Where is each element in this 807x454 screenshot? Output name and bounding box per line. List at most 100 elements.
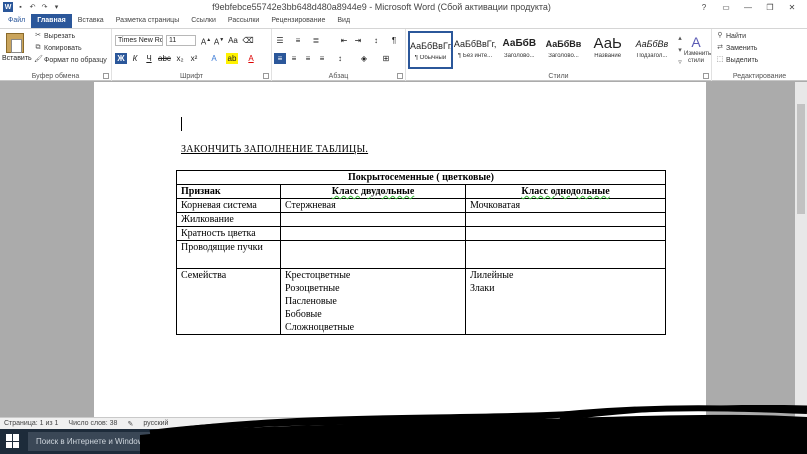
cell-dicot[interactable] [280,240,466,269]
style-normal[interactable]: АаБбВвГг, ¶ Обычный [408,31,453,69]
line-spacing-icon[interactable]: ↕ [334,53,346,64]
windows-start-icon[interactable] [6,434,20,448]
style-name: Подзагол... [636,53,668,59]
align-center-icon[interactable]: ≡ [288,53,300,64]
cell-monocot[interactable] [465,212,666,227]
replace-label: Заменить [726,44,758,52]
header-dicot: Класс двудольные [280,184,466,199]
tab-mailings[interactable]: Рассылки [222,14,265,28]
borders-icon[interactable]: ⊞ [380,53,392,64]
redo-icon[interactable]: ↷ [40,3,49,12]
cell-monocot[interactable]: Мочковатая [465,198,666,213]
paste-button[interactable]: Вставить [2,31,32,69]
replace-button[interactable]: ⇄ Заменить [716,44,757,52]
cell-feature[interactable]: Корневая система [176,198,281,213]
font-launcher-icon[interactable] [263,73,269,79]
cell-monocot[interactable]: Лилейные Злаки [465,268,666,335]
find-button[interactable]: ⚲ Найти [716,32,746,40]
styles-gallery: АаБбВвГг, ¶ Обычный АаБбВвГг, ¶ Без инте… [408,31,674,69]
cell-monocot[interactable] [465,240,666,269]
cell-feature[interactable]: Проводящие пучки [176,240,281,269]
align-left-icon[interactable]: ≡ [274,53,286,64]
styles-launcher-icon[interactable] [703,73,709,79]
minimize-icon[interactable]: — [737,3,759,12]
replace-icon: ⇄ [717,44,723,51]
undo-icon[interactable]: ↶ [28,3,37,12]
ribbon-display-icon[interactable]: ▭ [715,3,737,12]
maximize-icon[interactable]: ❐ [759,3,781,12]
ribbon-tabs: Файл Главная Вставка Разметка страницы С… [0,14,807,29]
strikethrough-icon[interactable]: abc [158,53,171,64]
cut-button[interactable]: ✂ Вырезать [34,32,75,40]
page-count[interactable]: Страница: 1 из 1 [4,420,58,427]
style-heading-1[interactable]: АаБбВ Заголово... [497,31,541,69]
italic-button[interactable]: К [129,53,141,64]
clipboard-launcher-icon[interactable] [103,73,109,79]
style-subtitle[interactable]: АаБбВв Подзагол... [630,31,674,69]
tab-file[interactable]: Файл [2,14,32,28]
word-count[interactable]: Число слов: 38 [68,420,117,427]
cell-feature[interactable]: Кратность цветка [176,226,281,241]
bold-button[interactable]: Ж [115,53,127,64]
style-title[interactable]: АаЬ Название [586,31,630,69]
change-case-icon[interactable]: Aa [227,35,239,46]
style-heading-2[interactable]: АаБбВв Заголово... [541,31,585,69]
change-styles-button[interactable]: A Изменить стили [684,33,711,65]
close-icon[interactable]: ✕ [781,3,803,12]
decrease-indent-icon[interactable]: ⇤ [338,35,350,46]
align-right-icon[interactable]: ≡ [302,53,314,64]
window-controls: ? ▭ — ❐ ✕ [693,3,807,12]
shrink-font-icon[interactable]: A▼ [213,35,225,47]
vertical-scrollbar[interactable] [795,82,807,417]
tab-review[interactable]: Рецензирование [265,14,331,28]
proofing-icon[interactable]: ✎ [127,420,133,428]
highlight-icon[interactable]: ab [226,53,238,64]
tab-references[interactable]: Ссылки [185,14,222,28]
justify-icon[interactable]: ≡ [316,53,328,64]
style-no-spacing[interactable]: АаБбВвГг, ¶ Без инте... [453,31,497,69]
font-name-box[interactable]: Times New Ro [115,35,163,46]
paragraph-group: ☰ ≡ ≣ ⇤ ⇥ ↕ ¶ ≡ ≡ ≡ ≡ ↕ ◈ ⊞ Абзац [272,29,406,81]
cell-dicot[interactable] [280,226,466,241]
select-button[interactable]: ⬚ Выделить [716,56,759,64]
cell-dicot[interactable] [280,212,466,227]
customize-qat-icon[interactable]: ▾ [52,3,61,12]
underline-button[interactable]: Ч [143,53,155,64]
format-painter-label: Формат по образцу [44,56,107,64]
cell-monocot[interactable] [465,226,666,241]
numbering-icon[interactable]: ≡ [292,35,304,46]
scrollbar-thumb[interactable] [797,104,805,214]
change-styles-icon: A [691,34,701,50]
style-preview: АаБбВв [635,39,669,49]
tab-page-layout[interactable]: Разметка страницы [110,14,186,28]
clear-formatting-icon[interactable]: ⌫ [242,35,254,46]
paragraph-launcher-icon[interactable] [397,73,403,79]
show-marks-icon[interactable]: ¶ [388,35,400,46]
shading-icon[interactable]: ◈ [358,53,370,64]
cut-label: Вырезать [44,32,76,40]
font-size-box[interactable]: 11 [166,35,196,46]
copy-button[interactable]: ⧉ Копировать [34,44,82,52]
help-icon[interactable]: ? [693,3,715,12]
cell-dicot[interactable]: Стержневая [280,198,466,213]
styles-scroll-icon[interactable]: ▴ ▾ ▿ [676,33,684,69]
multilevel-list-icon[interactable]: ≣ [310,35,322,46]
subscript-icon[interactable]: x₂ [174,53,186,64]
grow-font-icon[interactable]: A▲ [200,35,212,47]
cell-feature[interactable]: Жилкование [176,212,281,227]
tab-insert[interactable]: Вставка [72,14,110,28]
cell-dicot[interactable]: Крестоцветные Розоцветные Пасленовые Боб… [280,268,466,335]
tab-home[interactable]: Главная [31,14,72,28]
superscript-icon[interactable]: x² [188,53,200,64]
font-color-icon[interactable]: A [245,53,257,64]
sort-icon[interactable]: ↕ [370,35,382,46]
save-icon[interactable]: ▪ [16,3,25,12]
bullets-icon[interactable]: ☰ [274,35,286,46]
biology-table: Покрытосеменные ( цветковые) Признак Кла… [176,170,666,335]
text-effects-icon[interactable]: A [208,53,220,64]
cell-feature[interactable]: Семейства [176,268,281,335]
format-painter-button[interactable]: 🖌 Формат по образцу [34,56,107,64]
paintbrush-icon: 🖌 [34,56,43,63]
increase-indent-icon[interactable]: ⇥ [352,35,364,46]
tab-view[interactable]: Вид [331,14,356,28]
